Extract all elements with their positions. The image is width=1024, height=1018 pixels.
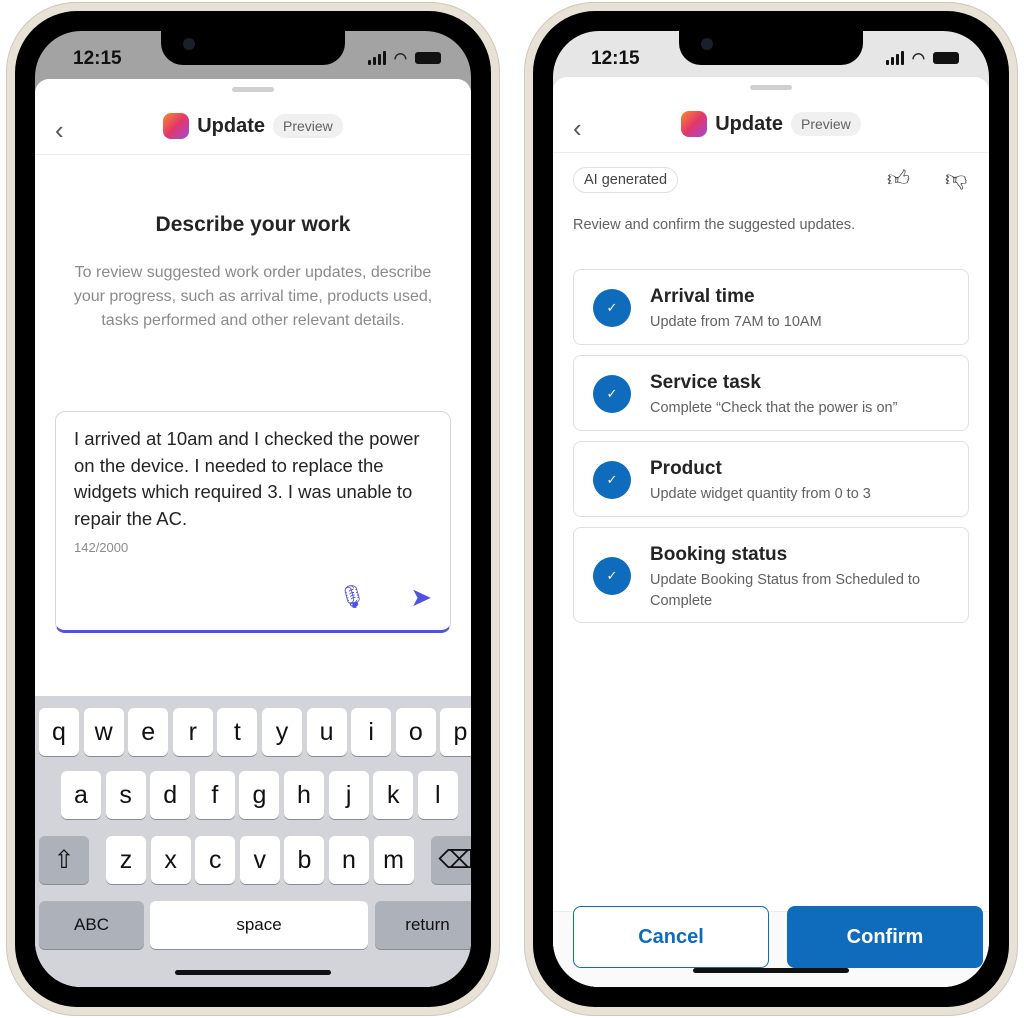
copilot-logo-icon <box>163 113 190 139</box>
preview-badge: Preview <box>791 112 861 136</box>
update-title: Arrival time <box>650 286 755 307</box>
key-n[interactable]: n <box>329 836 369 884</box>
keyboard: q w e r t y u i o p a s d f g h j k l ⇧ z x c v b n m ⌫ ABC space retu… <box>35 696 471 987</box>
key-l[interactable]: l <box>417 771 458 819</box>
key-i[interactable]: i <box>351 708 392 756</box>
key-r[interactable]: r <box>172 708 213 756</box>
update-detail: Complete “Check that the power is on” <box>650 400 898 416</box>
key-p[interactable]: p <box>440 708 471 756</box>
key-x[interactable]: x <box>150 836 191 884</box>
key-u[interactable]: u <box>306 708 347 756</box>
key-o[interactable]: o <box>395 708 436 756</box>
header-title: Update <box>197 114 265 137</box>
update-title: Service task <box>650 372 761 393</box>
work-description-input[interactable]: I arrived at 10am and I checked the powe… <box>55 411 451 633</box>
home-indicator <box>175 970 331 975</box>
header: ‹ Update Preview <box>35 103 471 155</box>
status-time: 12:15 <box>591 48 640 69</box>
microphone-button[interactable]: 🎙︎ <box>338 584 366 610</box>
phone-right: 12:15 ◠ ‹ Update Preview AI generated 👍︎ … <box>524 2 1018 1016</box>
thumbs-up-icon[interactable]: 👍︎ <box>887 165 910 192</box>
signal-icon <box>367 51 386 65</box>
screen: 12:15 ◠ ‹ Update Preview AI generated 👍︎ … <box>553 31 989 987</box>
update-card[interactable]: ✓ Booking status Update Booking Status fro… <box>573 527 969 623</box>
screen: 12:15 ◠ ‹ Update Preview Describe your wo… <box>35 31 471 987</box>
key-y[interactable]: y <box>262 708 302 756</box>
ai-generated-badge: AI generated <box>573 167 679 193</box>
status-time: 12:15 <box>73 48 122 69</box>
phone-left: 12:15 ◠ ‹ Update Preview Describe your wo… <box>6 2 500 1016</box>
shift-key[interactable]: ⇧ <box>39 836 89 884</box>
checkbox-checked-icon[interactable]: ✓ <box>593 375 631 413</box>
status-icons: ◠ <box>885 49 959 67</box>
confirm-button[interactable]: Confirm <box>787 906 983 968</box>
checkbox-checked-icon[interactable]: ✓ <box>593 557 631 595</box>
key-z[interactable]: z <box>106 836 146 884</box>
key-w[interactable]: w <box>83 708 124 756</box>
checkbox-checked-icon[interactable]: ✓ <box>593 289 631 327</box>
instructions: To review suggested work order updates, … <box>73 264 433 329</box>
key-f[interactable]: f <box>194 771 235 819</box>
update-card[interactable]: ✓ Arrival time Update from 7AM to 10AM <box>573 269 969 345</box>
header: ‹ Update Preview <box>553 101 989 153</box>
input-text[interactable]: I arrived at 10am and I checked the powe… <box>74 426 434 532</box>
sheet-handle[interactable] <box>750 85 792 90</box>
checkbox-checked-icon[interactable]: ✓ <box>593 461 631 499</box>
update-title: Booking status <box>650 544 788 565</box>
notch <box>679 31 863 65</box>
key-v[interactable]: v <box>239 836 280 884</box>
battery-icon <box>933 52 959 64</box>
wifi-icon: ◠ <box>393 50 407 67</box>
notch <box>161 31 345 65</box>
key-g[interactable]: g <box>239 771 280 819</box>
update-detail: Update widget quantity from 0 to 3 <box>650 486 871 502</box>
update-detail: Update Booking Status from Scheduled to … <box>650 572 921 609</box>
key-b[interactable]: b <box>284 836 325 884</box>
dictation-mic-icon[interactable]: 🎙︎ <box>429 982 459 987</box>
key-m[interactable]: m <box>373 836 414 884</box>
emoji-icon[interactable]: ☺ <box>59 980 88 987</box>
return-key[interactable]: return <box>375 901 471 949</box>
update-card[interactable]: ✓ Service task Complete “Check that the po… <box>573 355 969 431</box>
key-c[interactable]: c <box>195 836 236 884</box>
review-instruction: Review and confirm the suggested updates… <box>573 217 856 233</box>
key-j[interactable]: j <box>328 771 369 819</box>
key-k[interactable]: k <box>373 771 414 819</box>
key-d[interactable]: d <box>150 771 191 819</box>
update-sheet: ‹ Update Preview Describe your work To re… <box>35 79 471 987</box>
delete-key[interactable]: ⌫ <box>431 836 471 884</box>
update-card[interactable]: ✓ Product Update widget quantity from 0 to… <box>573 441 969 517</box>
header-title: Update <box>715 112 783 135</box>
key-s[interactable]: s <box>105 771 146 819</box>
key-h[interactable]: h <box>284 771 324 819</box>
abc-key[interactable]: ABC <box>39 901 144 949</box>
key-q[interactable]: q <box>39 708 79 756</box>
key-t[interactable]: t <box>217 708 258 756</box>
copilot-logo-icon <box>681 111 708 137</box>
key-a[interactable]: a <box>61 771 101 819</box>
sheet-handle[interactable] <box>232 87 274 92</box>
signal-icon <box>885 51 904 65</box>
update-detail: Update from 7AM to 10AM <box>650 314 822 330</box>
wifi-icon: ◠ <box>911 50 925 67</box>
preview-badge: Preview <box>273 114 343 138</box>
home-indicator <box>693 968 849 973</box>
status-icons: ◠ <box>367 49 441 67</box>
char-count: 142/2000 <box>74 540 129 555</box>
battery-icon <box>415 52 441 64</box>
update-sheet: ‹ Update Preview AI generated 👍︎ 👎︎ Revie… <box>553 77 989 987</box>
thumbs-down-icon[interactable]: 👎︎ <box>945 165 967 192</box>
cancel-button[interactable]: Cancel <box>573 906 769 968</box>
update-title: Product <box>650 458 722 479</box>
page-heading: Describe your work <box>155 213 351 236</box>
send-button[interactable]: ➤ <box>410 582 432 613</box>
key-e[interactable]: e <box>128 708 169 756</box>
space-key[interactable]: space <box>150 901 368 949</box>
